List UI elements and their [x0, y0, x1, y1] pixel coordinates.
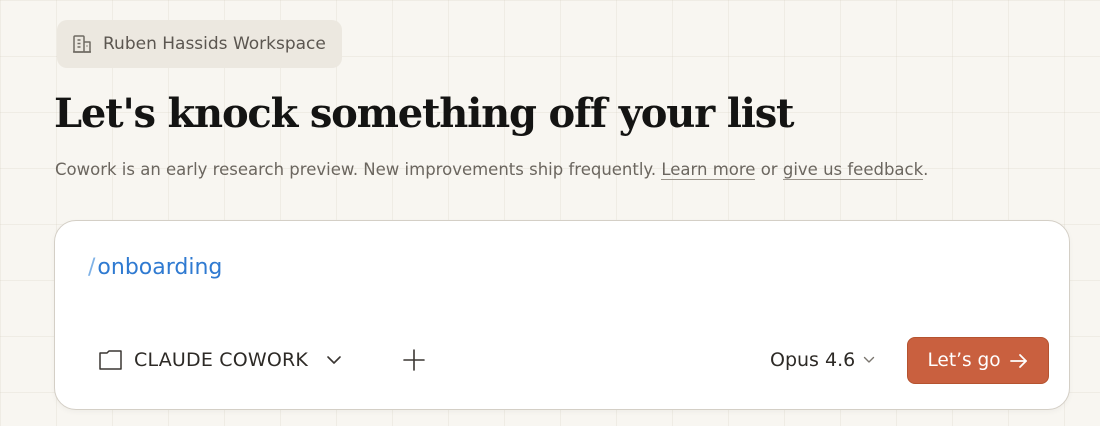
chevron-down-icon: [326, 355, 342, 365]
plus-icon: [403, 349, 425, 371]
model-selector[interactable]: Opus 4.6: [770, 345, 875, 375]
page-title: Let's knock something off your list: [54, 90, 795, 137]
prompt-composer: /onboarding CLAUDE COWORK Opus 4.6 Let’s…: [54, 220, 1070, 410]
learn-more-link[interactable]: Learn more: [661, 160, 756, 180]
folder-icon: [98, 349, 124, 371]
folder-selector[interactable]: CLAUDE COWORK: [98, 345, 342, 375]
workspace-selector[interactable]: Ruben Hassids Workspace: [57, 20, 342, 68]
arrow-right-icon: [1009, 353, 1029, 369]
or-text: or: [760, 160, 778, 179]
slash-command: onboarding: [97, 255, 223, 280]
model-label: Opus 4.6: [770, 349, 856, 371]
submit-button[interactable]: Let’s go: [907, 337, 1049, 384]
slash-prefix: /: [88, 255, 96, 280]
preview-notice-text: Cowork is an early research preview. New…: [55, 160, 657, 179]
prompt-input[interactable]: /onboarding: [88, 255, 222, 280]
chevron-down-icon: [863, 356, 875, 364]
add-attachment-button[interactable]: [401, 347, 427, 373]
building-icon: [71, 33, 93, 55]
period-text: .: [923, 160, 929, 179]
preview-notice: Cowork is an early research preview. New…: [55, 160, 929, 180]
workspace-name: Ruben Hassids Workspace: [103, 34, 326, 54]
feedback-link[interactable]: give us feedback: [782, 160, 924, 180]
folder-label: CLAUDE COWORK: [134, 349, 309, 371]
submit-label: Let’s go: [927, 350, 1001, 371]
